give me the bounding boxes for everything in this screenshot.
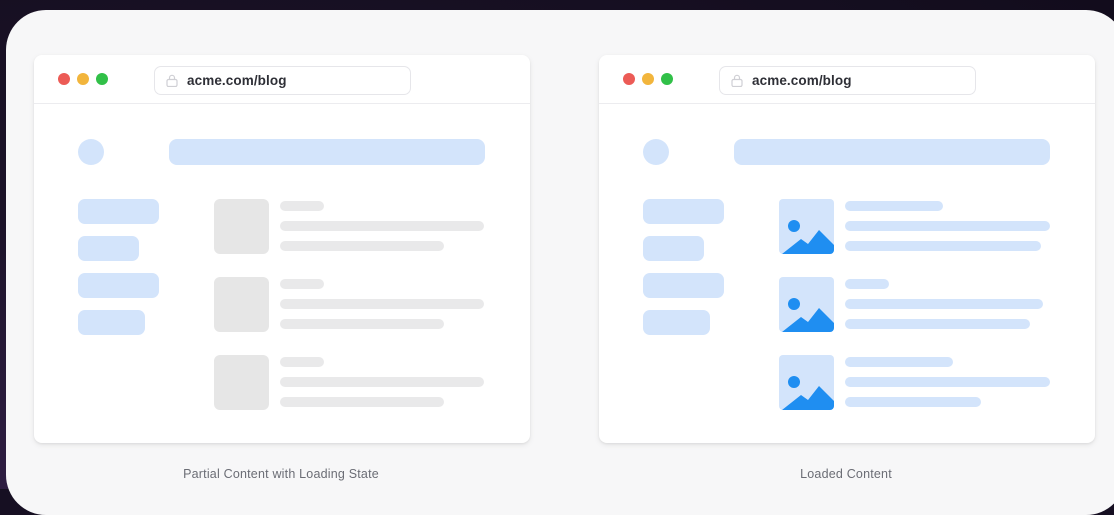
window-titlebar: acme.com/blog <box>34 55 530 104</box>
close-window-button[interactable] <box>58 73 70 85</box>
post-title-placeholder <box>845 279 889 289</box>
post-title-placeholder <box>845 201 943 211</box>
post-text-placeholder <box>845 319 1030 329</box>
minimize-window-button[interactable] <box>77 73 89 85</box>
thumbnail-skeleton <box>214 355 269 410</box>
post-text-skeleton <box>280 397 444 407</box>
post-text-skeleton <box>280 319 444 329</box>
post-text-placeholder <box>845 397 981 407</box>
post-text-placeholder <box>845 241 1041 251</box>
post-image[interactable] <box>779 199 834 254</box>
image-icon <box>782 298 834 332</box>
close-window-button[interactable] <box>623 73 635 85</box>
image-icon <box>782 220 834 254</box>
sidebar-item-placeholder <box>78 273 159 298</box>
sidebar-item-placeholder <box>643 236 704 261</box>
address-bar-url: acme.com/blog <box>187 73 287 88</box>
backdrop: acme.com/blog acme.com/blog Partial Cont… <box>0 0 1114 515</box>
caption-loaded-content: Loaded Content <box>800 467 892 481</box>
post-text-placeholder <box>845 299 1043 309</box>
address-bar[interactable]: acme.com/blog <box>719 66 976 95</box>
post-image[interactable] <box>779 277 834 332</box>
post-title-skeleton <box>280 201 324 211</box>
lock-icon <box>731 74 743 87</box>
sidebar-item-placeholder <box>78 236 139 261</box>
sidebar-item-placeholder <box>643 199 724 224</box>
post-text-placeholder <box>845 221 1050 231</box>
avatar-placeholder <box>643 139 669 165</box>
avatar-placeholder <box>78 139 104 165</box>
lock-icon <box>166 74 178 87</box>
post-text-placeholder <box>845 377 1050 387</box>
browser-window-loaded: acme.com/blog <box>599 55 1095 443</box>
post-image[interactable] <box>779 355 834 410</box>
caption-loading-state: Partial Content with Loading State <box>183 467 379 481</box>
window-titlebar: acme.com/blog <box>599 55 1095 104</box>
browser-window-loading: acme.com/blog <box>34 55 530 443</box>
post-text-skeleton <box>280 377 484 387</box>
post-text-skeleton <box>280 221 484 231</box>
maximize-window-button[interactable] <box>96 73 108 85</box>
sidebar-item-placeholder <box>643 310 710 335</box>
sidebar-item-placeholder <box>78 199 159 224</box>
maximize-window-button[interactable] <box>661 73 673 85</box>
minimize-window-button[interactable] <box>642 73 654 85</box>
sidebar-item-placeholder <box>643 273 724 298</box>
sidebar-item-placeholder <box>78 310 145 335</box>
thumbnail-skeleton <box>214 199 269 254</box>
address-bar-url: acme.com/blog <box>752 73 852 88</box>
post-title-skeleton <box>280 279 324 289</box>
post-title-placeholder <box>845 357 953 367</box>
post-text-skeleton <box>280 241 444 251</box>
header-placeholder <box>734 139 1050 165</box>
header-placeholder <box>169 139 485 165</box>
image-icon <box>782 376 834 410</box>
post-title-skeleton <box>280 357 324 367</box>
post-text-skeleton <box>280 299 484 309</box>
address-bar[interactable]: acme.com/blog <box>154 66 411 95</box>
thumbnail-skeleton <box>214 277 269 332</box>
